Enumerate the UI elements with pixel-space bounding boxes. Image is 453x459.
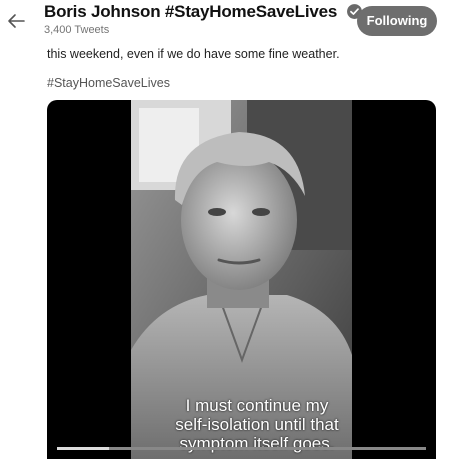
profile-header: Boris Johnson #StayHomeSaveLives 3,400 T… <box>0 0 453 42</box>
tweet-screen: Boris Johnson #StayHomeSaveLives 3,400 T… <box>0 0 453 459</box>
profile-name: Boris Johnson #StayHomeSaveLives <box>44 2 363 22</box>
back-button[interactable] <box>5 11 27 31</box>
video-progress-fill <box>57 447 109 450</box>
tweet-count: 3,400 Tweets <box>44 24 110 36</box>
hashtag-link[interactable]: #StayHomeSaveLives <box>47 76 170 90</box>
caption-line: I must continue my <box>185 396 329 415</box>
caption-line: symptom itself goes. <box>179 434 335 453</box>
arrow-left-icon <box>8 14 25 28</box>
caption-line: self-isolation until that <box>175 415 339 434</box>
video-player[interactable]: I must continue my self-isolation until … <box>47 100 436 459</box>
video-progress-track[interactable] <box>57 447 426 450</box>
following-button[interactable]: Following <box>357 6 437 36</box>
tweet-text: this weekend, even if we do have some fi… <box>47 47 340 61</box>
profile-name-text: Boris Johnson #StayHomeSaveLives <box>44 2 338 21</box>
video-caption: I must continue my self-isolation until … <box>147 396 367 453</box>
